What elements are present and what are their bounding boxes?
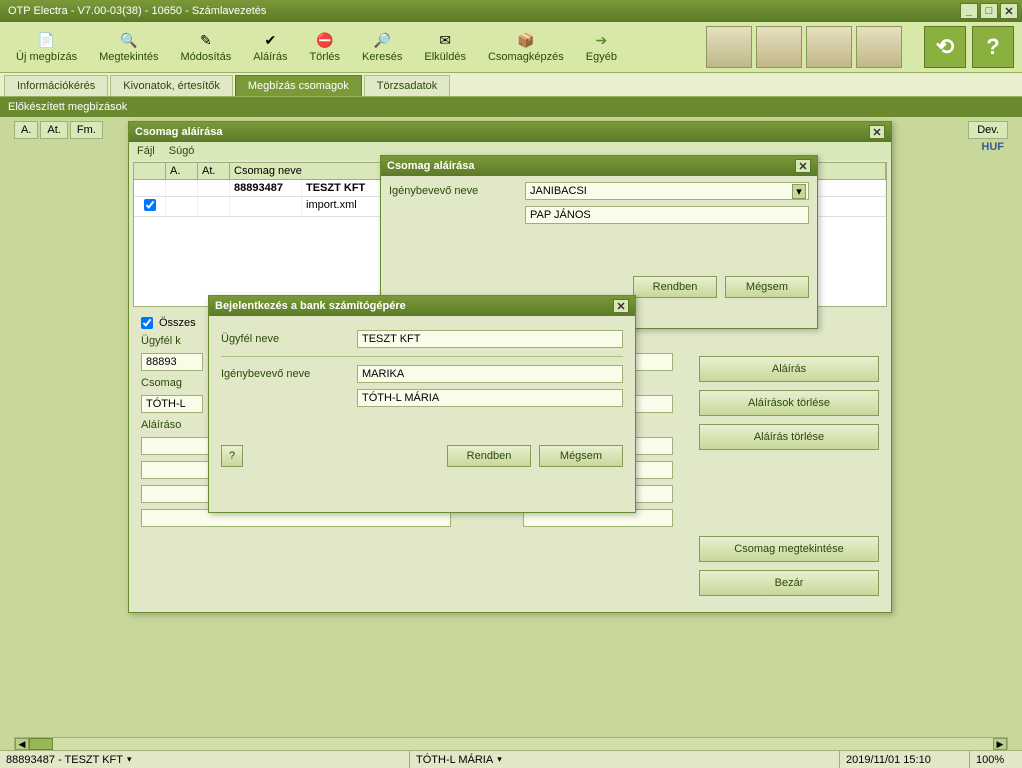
- grid-col-a[interactable]: A.: [166, 163, 198, 179]
- col-a[interactable]: A.: [14, 121, 38, 139]
- toolbar-modify[interactable]: ✎Módosítás: [172, 29, 239, 65]
- user-name-label: Igénybevevő neve: [221, 368, 351, 380]
- arrow-right-icon: ➔: [592, 31, 610, 49]
- toolbar-package[interactable]: 📦Csomagképzés: [480, 29, 572, 65]
- cancel-button[interactable]: Mégsem: [539, 445, 623, 467]
- subheader: Előkészített megbízások: [0, 97, 1022, 117]
- row-checkbox[interactable]: [144, 199, 156, 211]
- ok-button[interactable]: Rendben: [633, 276, 717, 298]
- refresh-button[interactable]: ⟲: [924, 26, 966, 68]
- status-zoom: 100%: [970, 751, 1022, 768]
- horizontal-scrollbar[interactable]: ◀ ▶: [14, 737, 1008, 751]
- help-button[interactable]: ?: [221, 445, 243, 467]
- menu-help[interactable]: Súgó: [169, 145, 195, 157]
- tab-bar: Információkérés Kivonatok, értesítők Meg…: [0, 73, 1022, 97]
- status-datetime: 2019/11/01 15:10: [840, 751, 970, 768]
- client-name-input[interactable]: TESZT KFT: [357, 330, 623, 348]
- dialog-title: Csomag aláírása: [135, 126, 869, 138]
- scroll-left-icon[interactable]: ◀: [15, 738, 29, 750]
- toolbar-send[interactable]: ✉Elküldés: [416, 29, 474, 65]
- toolbar-new[interactable]: 📄Új megbízás: [8, 29, 85, 65]
- view-icon: 🔍: [120, 31, 138, 49]
- dialog-title: Bejelentkezés a bank számítógépére: [215, 300, 613, 312]
- main-area: A. At. Fm. Dev. HUF Csomag aláírása ✕ Fá…: [0, 117, 1022, 753]
- status-account[interactable]: 88893487 - TESZT KFT: [0, 751, 410, 768]
- package-icon: 📦: [517, 31, 535, 49]
- dialog-login: Bejelentkezés a bank számítógépére ✕ Ügy…: [208, 295, 636, 513]
- status-bar: 88893487 - TESZT KFT TÓTH-L MÁRIA 2019/1…: [0, 750, 1022, 768]
- close-icon[interactable]: ✕: [613, 299, 629, 313]
- user-full-input: TÓTH-L MÁRIA: [357, 389, 623, 407]
- col-dev[interactable]: Dev.: [968, 121, 1008, 139]
- edit-icon: ✎: [197, 31, 215, 49]
- select-all-label: Összes: [159, 317, 196, 329]
- delete-signatures-button[interactable]: Aláírások törlése: [699, 390, 879, 416]
- toolbar-other[interactable]: ➔Egyéb: [578, 29, 625, 65]
- toolbar-search[interactable]: 🔎Keresés: [354, 29, 410, 65]
- user-short-input[interactable]: MARIKA: [357, 365, 623, 383]
- thumb-image[interactable]: [706, 26, 752, 68]
- tab-packages[interactable]: Megbízás csomagok: [235, 75, 362, 96]
- bg-column-headers: A. At. Fm.: [14, 121, 103, 139]
- thumb-image[interactable]: [806, 26, 852, 68]
- close-icon[interactable]: ✕: [869, 125, 885, 139]
- grid-col-chk[interactable]: [134, 163, 166, 179]
- ok-button[interactable]: Rendben: [447, 445, 531, 467]
- tab-masterdata[interactable]: Törzsadatok: [364, 75, 451, 96]
- status-user[interactable]: TÓTH-L MÁRIA: [410, 751, 840, 768]
- toolbar-delete[interactable]: ⛔Törlés: [301, 29, 348, 65]
- thumb-image[interactable]: [756, 26, 802, 68]
- minimize-button[interactable]: _: [960, 3, 978, 19]
- sign-button[interactable]: Aláírás: [699, 356, 879, 382]
- view-package-button[interactable]: Csomag megtekintése: [699, 536, 879, 562]
- user-label: Igénybevevő neve: [389, 185, 519, 197]
- mail-icon: ✉: [436, 31, 454, 49]
- dialog-title: Csomag aláírása: [387, 160, 795, 172]
- user-fullname: PAP JÁNOS: [525, 206, 809, 224]
- tab-info[interactable]: Információkérés: [4, 75, 108, 96]
- sign-icon: ✔: [261, 31, 279, 49]
- scroll-right-icon[interactable]: ▶: [993, 738, 1007, 750]
- window-title: OTP Electra - V7.00-03(38) - 10650 - Szá…: [4, 5, 960, 17]
- toth-input[interactable]: TÓTH-L: [141, 395, 203, 413]
- currency-label: HUF: [981, 141, 1004, 153]
- close-icon[interactable]: ✕: [795, 159, 811, 173]
- new-icon: 📄: [38, 31, 56, 49]
- toolbar-view[interactable]: 🔍Megtekintés: [91, 29, 166, 65]
- main-toolbar: 📄Új megbízás 🔍Megtekintés ✎Módosítás ✔Al…: [0, 22, 1022, 73]
- menu-file[interactable]: Fájl: [137, 145, 155, 157]
- tab-statements[interactable]: Kivonatok, értesítők: [110, 75, 233, 96]
- col-at[interactable]: At.: [40, 121, 67, 139]
- chevron-down-icon[interactable]: ▾: [792, 184, 806, 199]
- cancel-button[interactable]: Mégsem: [725, 276, 809, 298]
- select-all-checkbox[interactable]: [141, 317, 153, 329]
- close-button[interactable]: ✕: [1000, 3, 1018, 19]
- delete-signature-button[interactable]: Aláírás törlése: [699, 424, 879, 450]
- user-dropdown[interactable]: JANIBACSI ▾: [525, 182, 809, 200]
- scroll-thumb[interactable]: [29, 738, 53, 750]
- close-button[interactable]: Bezár: [699, 570, 879, 596]
- client-name-label: Ügyfél neve: [221, 333, 351, 345]
- num-input[interactable]: 88893: [141, 353, 203, 371]
- grid-col-at[interactable]: At.: [198, 163, 230, 179]
- titlebar: OTP Electra - V7.00-03(38) - 10650 - Szá…: [0, 0, 1022, 22]
- search-icon: 🔎: [373, 31, 391, 49]
- toolbar-sign[interactable]: ✔Aláírás: [245, 29, 295, 65]
- maximize-button[interactable]: □: [980, 3, 998, 19]
- thumbnail-strip: [706, 26, 902, 68]
- col-fm[interactable]: Fm.: [70, 121, 103, 139]
- help-button[interactable]: ?: [972, 26, 1014, 68]
- delete-icon: ⛔: [316, 31, 334, 49]
- thumb-image[interactable]: [856, 26, 902, 68]
